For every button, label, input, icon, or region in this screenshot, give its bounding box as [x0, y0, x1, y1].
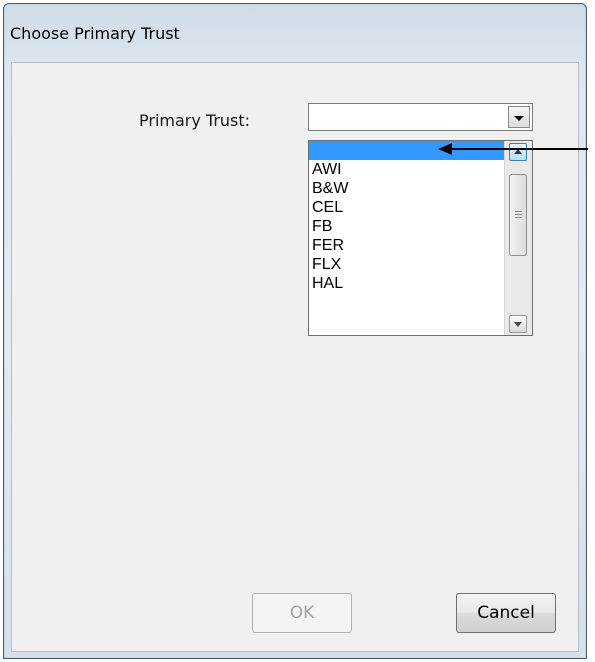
arrow-down-icon: [514, 322, 522, 327]
dialog-title: Choose Primary Trust: [10, 24, 180, 43]
list-item[interactable]: CEL: [309, 198, 505, 217]
grip-line: [515, 211, 522, 212]
ok-button[interactable]: OK: [252, 593, 352, 633]
list-item[interactable]: FLX: [309, 255, 505, 274]
annotation-arrow-icon: [438, 143, 588, 155]
list-item[interactable]: HAL: [309, 274, 505, 293]
list-item[interactable]: FB: [309, 217, 505, 236]
primary-trust-dropdown-list[interactable]: AWI B&W CEL FB FER FLX HAL: [308, 140, 533, 336]
cancel-button[interactable]: Cancel: [456, 593, 556, 633]
list-item[interactable]: B&W: [309, 179, 505, 198]
title-bar[interactable]: Choose Primary Trust: [4, 4, 586, 43]
dropdown-button[interactable]: [508, 106, 530, 128]
vertical-scrollbar[interactable]: [504, 141, 532, 335]
list-item[interactable]: FER: [309, 236, 505, 255]
scroll-down-button[interactable]: [509, 315, 527, 333]
dialog-window: Choose Primary Trust Primary Trust: AWI …: [3, 3, 587, 659]
primary-trust-combobox[interactable]: [308, 103, 533, 131]
dropdown-items: AWI B&W CEL FB FER FLX HAL: [309, 141, 505, 293]
primary-trust-label: Primary Trust:: [139, 111, 251, 130]
grip-line: [515, 214, 522, 215]
chevron-down-icon: [514, 116, 524, 121]
grip-line: [515, 217, 522, 218]
list-item[interactable]: AWI: [309, 160, 505, 179]
scrollbar-thumb[interactable]: [509, 174, 527, 256]
